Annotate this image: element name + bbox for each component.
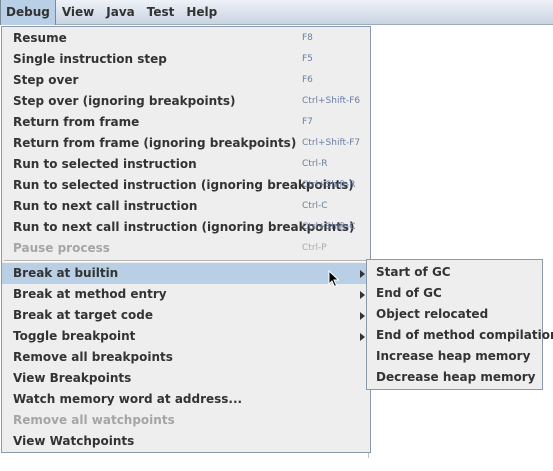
menu-item-label: Single instruction step bbox=[13, 52, 167, 66]
submenu-item-label: Decrease heap memory bbox=[376, 370, 536, 384]
submenu-arrow-icon bbox=[360, 270, 365, 278]
menu-item-remove-all-watchpoints: Remove all watchpoints bbox=[2, 410, 370, 431]
mouse-pointer-icon bbox=[328, 270, 340, 288]
menu-item-run-to-next-call-instruction-ignoring-breakpoints[interactable]: Run to next call instruction (ignoring b… bbox=[2, 217, 370, 238]
menu-item-step-over-ignoring-breakpoints[interactable]: Step over (ignoring breakpoints) Ctrl+Shi… bbox=[2, 91, 370, 112]
menu-item-run-to-selected-instruction-ignoring-breakpoints[interactable]: Run to selected instruction (ignoring br… bbox=[2, 175, 370, 196]
menu-item-view-watchpoints[interactable]: View Watchpoints bbox=[2, 431, 370, 452]
menu-item-label: Return from frame (ignoring breakpoints) bbox=[13, 136, 297, 150]
submenu-item-start-of-gc[interactable]: Start of GC bbox=[367, 262, 542, 283]
menu-item-accelerator: Ctrl+Shift-F6 bbox=[302, 96, 361, 106]
menu-item-label: View Breakpoints bbox=[13, 371, 132, 385]
menu-debug[interactable]: Debug bbox=[0, 0, 56, 25]
submenu-item-increase-heap-memory[interactable]: Increase heap memory bbox=[367, 346, 542, 367]
menu-item-accelerator: Ctrl+Shift-R bbox=[302, 180, 356, 190]
menu-item-accelerator: Ctrl+Shift-C bbox=[302, 222, 356, 232]
menu-item-label: Resume bbox=[13, 31, 67, 45]
submenu-item-decrease-heap-memory[interactable]: Decrease heap memory bbox=[367, 367, 542, 388]
submenu-item-end-of-method-compilation[interactable]: End of method compilation bbox=[367, 325, 553, 346]
submenu-item-label: Start of GC bbox=[376, 265, 451, 279]
menu-item-resume[interactable]: Resume F8 bbox=[2, 28, 370, 49]
submenu-item-end-of-gc[interactable]: End of GC bbox=[367, 283, 542, 304]
menu-item-label: Remove all watchpoints bbox=[13, 413, 175, 427]
menu-item-break-at-method-entry[interactable]: Break at method entry bbox=[2, 284, 370, 305]
submenu-arrow-icon bbox=[360, 333, 365, 341]
menu-item-label: Step over (ignoring breakpoints) bbox=[13, 94, 236, 108]
menu-item-accelerator: Ctrl-P bbox=[302, 243, 327, 253]
menu-item-label: Step over bbox=[13, 73, 79, 87]
menu-item-view-breakpoints[interactable]: View Breakpoints bbox=[2, 368, 370, 389]
menu-item-label: Return from frame bbox=[13, 115, 140, 129]
menu-item-accelerator: Ctrl-C bbox=[302, 201, 328, 211]
submenu-item-label: End of method compilation bbox=[376, 328, 553, 342]
menu-item-label: Remove all breakpoints bbox=[13, 350, 173, 364]
menu-item-remove-all-breakpoints[interactable]: Remove all breakpoints bbox=[2, 347, 370, 368]
menu-item-label: Run to selected instruction bbox=[13, 157, 197, 171]
menu-separator bbox=[4, 260, 368, 262]
menu-item-label: Break at target code bbox=[13, 308, 153, 322]
menu-test[interactable]: Test bbox=[141, 0, 181, 25]
menu-item-label: Toggle breakpoint bbox=[13, 329, 136, 343]
submenu-arrow-icon bbox=[360, 312, 365, 320]
menu-item-label: Watch memory word at address... bbox=[13, 392, 243, 406]
submenu-arrow-icon bbox=[360, 291, 365, 299]
menu-item-toggle-breakpoint[interactable]: Toggle breakpoint bbox=[2, 326, 370, 347]
menu-item-label: View Watchpoints bbox=[13, 434, 135, 448]
menu-item-accelerator: F8 bbox=[302, 33, 313, 43]
menu-bar: Debug View Java Test Help bbox=[0, 0, 553, 25]
menu-view[interactable]: View bbox=[56, 0, 100, 25]
menu-item-run-to-next-call-instruction[interactable]: Run to next call instruction Ctrl-C bbox=[2, 196, 370, 217]
bottom-strip bbox=[0, 458, 553, 471]
menu-item-single-instruction-step[interactable]: Single instruction step F5 bbox=[2, 49, 370, 70]
menu-item-accelerator: F6 bbox=[302, 75, 313, 85]
submenu-item-label: End of GC bbox=[376, 286, 442, 300]
menu-item-accelerator: Ctrl+Shift-F7 bbox=[302, 138, 361, 148]
menu-item-label: Run to next call instruction bbox=[13, 199, 198, 213]
content-area bbox=[368, 26, 553, 459]
menu-item-step-over[interactable]: Step over F6 bbox=[2, 70, 370, 91]
submenu-item-object-relocated[interactable]: Object relocated bbox=[367, 304, 542, 325]
submenu-item-label: Object relocated bbox=[376, 307, 489, 321]
debug-menu: Resume F8 Single instruction step F5 Step ov… bbox=[1, 26, 371, 453]
menu-item-return-from-frame[interactable]: Return from frame F7 bbox=[2, 112, 370, 133]
menu-item-pause-process: Pause process Ctrl-P bbox=[2, 238, 370, 259]
menu-item-accelerator: F7 bbox=[302, 117, 313, 127]
menu-item-break-at-target-code[interactable]: Break at target code bbox=[2, 305, 370, 326]
menu-item-return-from-frame-ignoring-breakpoints[interactable]: Return from frame (ignoring breakpoints)… bbox=[2, 133, 370, 154]
menu-item-label: Pause process bbox=[13, 241, 110, 255]
menu-item-label: Break at method entry bbox=[13, 287, 167, 301]
menu-item-accelerator: F5 bbox=[302, 54, 313, 64]
menu-item-break-at-builtin[interactable]: Break at builtin bbox=[2, 263, 370, 284]
submenu-item-label: Increase heap memory bbox=[376, 349, 531, 363]
menu-item-accelerator: Ctrl-R bbox=[302, 159, 328, 169]
break-at-builtin-submenu: Start of GC End of GC Object relocated End … bbox=[366, 259, 553, 390]
menu-item-watch-memory-word-at-address[interactable]: Watch memory word at address... bbox=[2, 389, 370, 410]
menu-item-run-to-selected-instruction[interactable]: Run to selected instruction Ctrl-R bbox=[2, 154, 370, 175]
menu-help[interactable]: Help bbox=[180, 0, 223, 25]
menu-item-label: Break at builtin bbox=[13, 266, 119, 280]
menu-java[interactable]: Java bbox=[100, 0, 140, 25]
